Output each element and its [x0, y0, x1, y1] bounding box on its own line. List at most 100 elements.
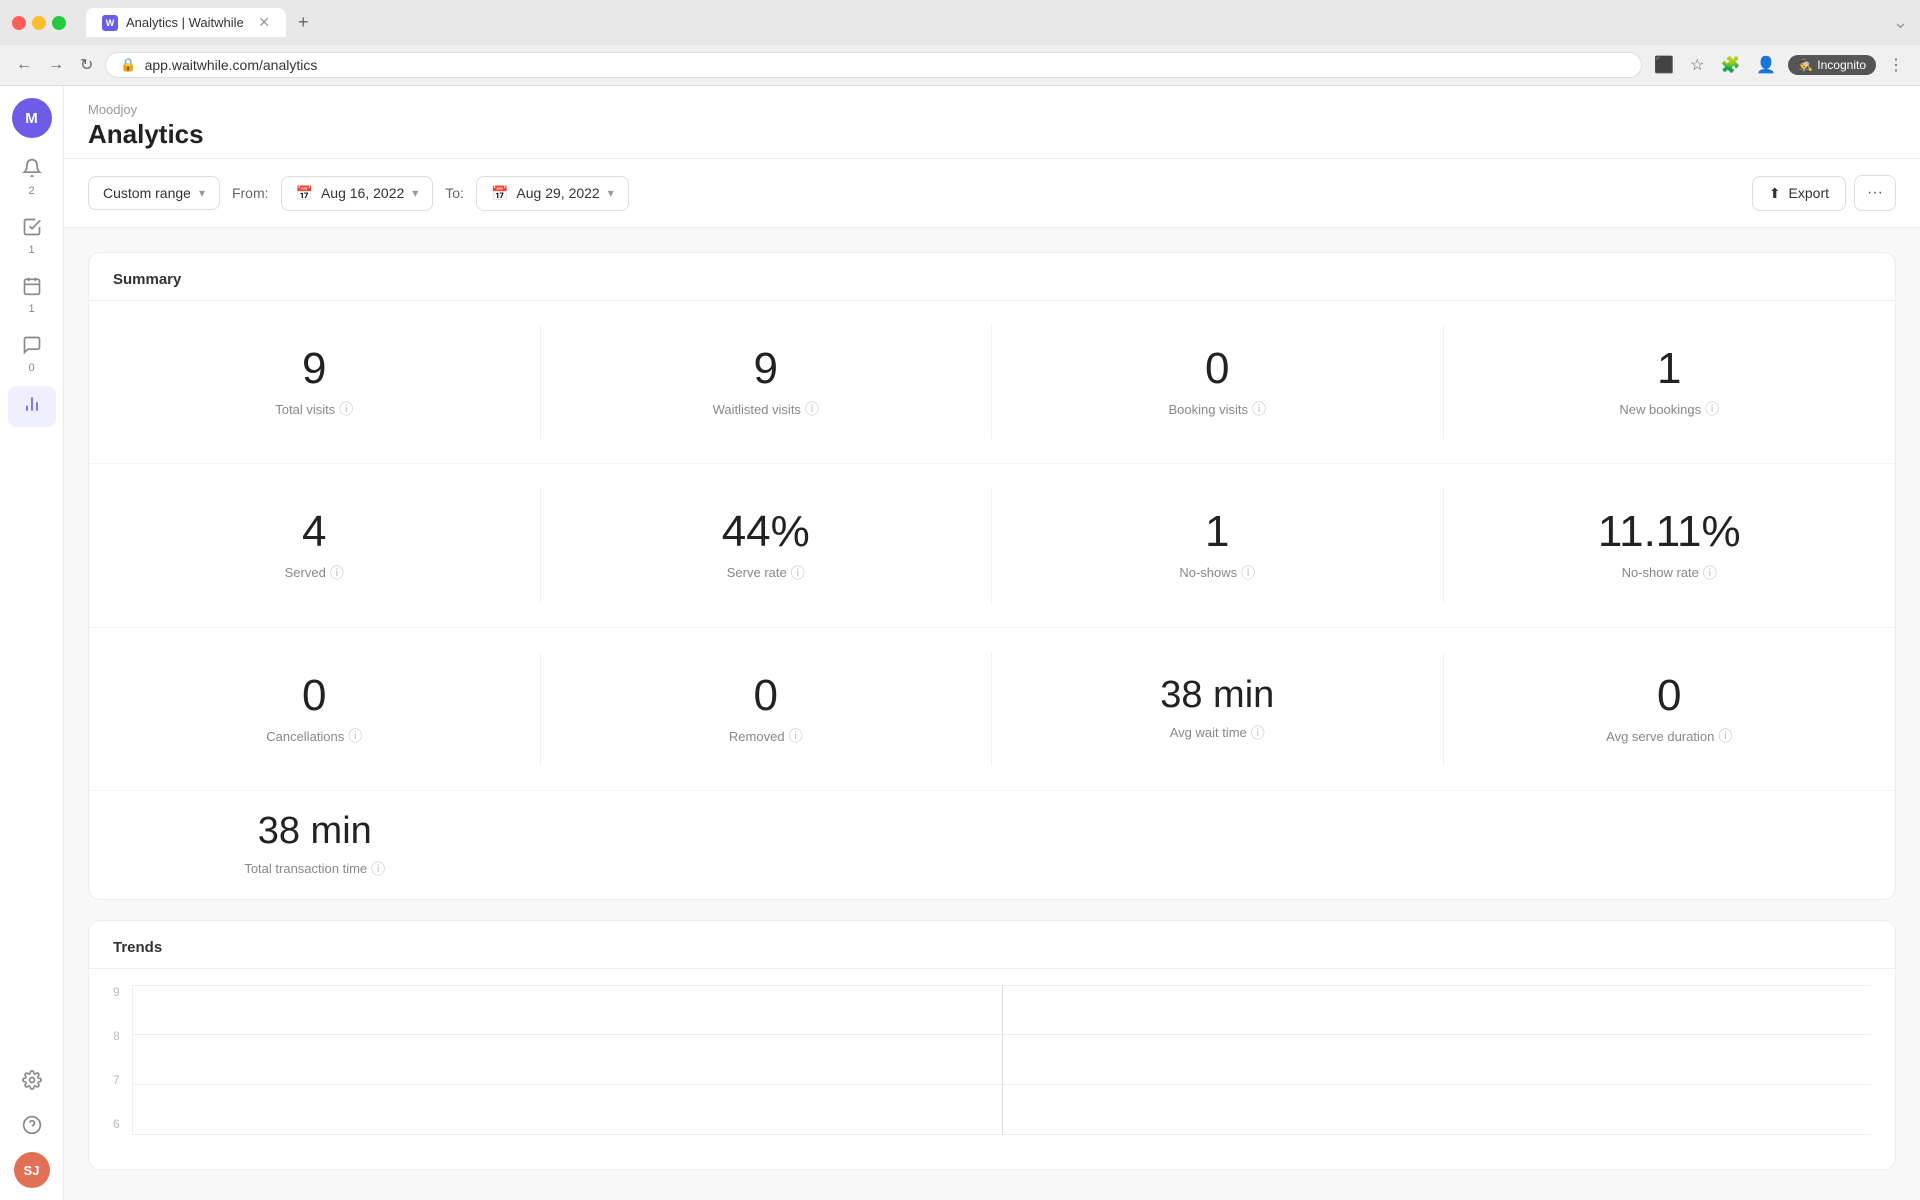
- no-show-rate-label: No-show rate ⓘ: [1622, 563, 1717, 583]
- extensions-icon[interactable]: 🧩: [1717, 51, 1745, 79]
- org-avatar[interactable]: M: [12, 98, 52, 138]
- cast-icon[interactable]: ⬛: [1650, 51, 1678, 79]
- page-header: Moodjoy Analytics: [64, 86, 1920, 159]
- browser-chrome: W Analytics | Waitwhile ✕ + ⌄ ← → ↻ 🔒 ap…: [0, 0, 1920, 86]
- tasks-icon: [22, 217, 42, 242]
- window-controls: [12, 16, 66, 30]
- sidebar-item-analytics[interactable]: [8, 386, 56, 427]
- messages-badge: 0: [28, 362, 34, 374]
- user-avatar[interactable]: SJ: [14, 1152, 50, 1188]
- lock-icon: 🔒: [120, 57, 136, 73]
- summary-card: Summary 9 Total visits ⓘ 9 Waitlisted vi…: [88, 252, 1896, 900]
- more-options-button[interactable]: ⋮: [1884, 51, 1908, 79]
- summary-cell-new-bookings: 1 New bookings ⓘ: [1444, 325, 1896, 439]
- served-label: Served ⓘ: [285, 563, 344, 583]
- chart-y-label-6: 6: [113, 1117, 120, 1131]
- to-date-picker[interactable]: 📅 Aug 29, 2022 ▾: [476, 176, 629, 211]
- to-label: To:: [445, 185, 464, 201]
- content-area: Summary 9 Total visits ⓘ 9 Waitlisted vi…: [64, 228, 1920, 1200]
- sidebar-item-help[interactable]: [8, 1107, 56, 1148]
- summary-row-1: 9 Total visits ⓘ 9 Waitlisted visits ⓘ 0: [89, 301, 1895, 463]
- calendar-badge: 1: [28, 303, 34, 315]
- summary-cell-total-visits: 9 Total visits ⓘ: [89, 325, 541, 439]
- url-text: app.waitwhile.com/analytics: [145, 57, 318, 73]
- avg-serve-duration-value: 0: [1657, 672, 1681, 720]
- cancellations-label: Cancellations ⓘ: [266, 726, 362, 746]
- browser-actions: ⬛ ☆ 🧩 👤 🕵 Incognito ⋮: [1650, 51, 1908, 79]
- calendar-icon: [22, 276, 42, 301]
- help-icon: [22, 1115, 42, 1140]
- waitlisted-visits-info-icon[interactable]: ⓘ: [805, 399, 819, 419]
- no-show-rate-info-icon[interactable]: ⓘ: [1703, 563, 1717, 583]
- served-info-icon[interactable]: ⓘ: [330, 563, 344, 583]
- sidebar-item-notifications[interactable]: 2: [8, 150, 56, 205]
- more-actions-button[interactable]: ···: [1854, 175, 1896, 211]
- maximize-window-button[interactable]: [52, 16, 66, 30]
- notifications-badge: 2: [28, 185, 34, 197]
- removed-info-icon[interactable]: ⓘ: [789, 726, 803, 746]
- breadcrumb: Moodjoy: [88, 102, 1896, 117]
- booking-visits-info-icon[interactable]: ⓘ: [1252, 399, 1266, 419]
- profile-icon[interactable]: 👤: [1752, 51, 1780, 79]
- back-button[interactable]: ←: [12, 52, 36, 78]
- bookmark-icon[interactable]: ☆: [1686, 51, 1708, 79]
- tab-title: Analytics | Waitwhile: [126, 15, 244, 30]
- tasks-badge: 1: [28, 244, 34, 256]
- new-tab-button[interactable]: +: [298, 12, 309, 33]
- tab-list-button[interactable]: ⌄: [1893, 12, 1908, 33]
- booking-visits-value: 0: [1205, 345, 1229, 393]
- minimize-window-button[interactable]: [32, 16, 46, 30]
- avg-wait-time-value: 38 min: [1160, 675, 1274, 717]
- toolbar: Custom range ▾ From: 📅 Aug 16, 2022 ▾ To…: [64, 159, 1920, 228]
- serve-rate-info-icon[interactable]: ⓘ: [791, 563, 805, 583]
- close-window-button[interactable]: [12, 16, 26, 30]
- reload-button[interactable]: ↻: [76, 51, 97, 79]
- sidebar-item-tasks[interactable]: 1: [8, 209, 56, 264]
- no-shows-label: No-shows ⓘ: [1179, 563, 1255, 583]
- export-label: Export: [1789, 185, 1829, 201]
- summary-cell-no-shows: 1 No-shows ⓘ: [992, 488, 1444, 602]
- removed-value: 0: [754, 672, 778, 720]
- sidebar-item-messages[interactable]: 0: [8, 327, 56, 382]
- toolbar-right: ⬆ Export ···: [1752, 175, 1896, 211]
- new-bookings-info-icon[interactable]: ⓘ: [1705, 399, 1719, 419]
- trends-card: Trends 9 8 7 6: [88, 920, 1896, 1170]
- cancellations-info-icon[interactable]: ⓘ: [348, 726, 362, 746]
- browser-titlebar: W Analytics | Waitwhile ✕ + ⌄: [0, 0, 1920, 45]
- custom-range-select[interactable]: Custom range ▾: [88, 176, 220, 210]
- summary-cell-waitlisted-visits: 9 Waitlisted visits ⓘ: [541, 325, 993, 439]
- export-button[interactable]: ⬆ Export: [1752, 176, 1846, 211]
- new-bookings-value: 1: [1657, 345, 1681, 393]
- forward-button[interactable]: →: [44, 52, 68, 78]
- tab-close-button[interactable]: ✕: [258, 14, 270, 31]
- main-content: Moodjoy Analytics Custom range ▾ From: 📅…: [64, 86, 1920, 1200]
- removed-label: Removed ⓘ: [729, 726, 803, 746]
- sidebar-bottom: SJ: [8, 1062, 56, 1188]
- avg-wait-time-info-icon[interactable]: ⓘ: [1251, 723, 1265, 743]
- sidebar-item-settings[interactable]: [8, 1062, 56, 1103]
- total-transaction-time-label: Total transaction time ⓘ: [244, 859, 385, 879]
- summary-title: Summary: [89, 253, 1895, 301]
- total-transaction-time-value: 38 min: [258, 811, 372, 853]
- chart-y-label-7: 7: [113, 1073, 120, 1087]
- incognito-label: Incognito: [1817, 58, 1866, 72]
- total-transaction-time-info-icon[interactable]: ⓘ: [371, 859, 385, 879]
- browser-tab[interactable]: W Analytics | Waitwhile ✕: [86, 8, 286, 37]
- avg-serve-duration-info-icon[interactable]: ⓘ: [1718, 726, 1732, 746]
- page-title: Analytics: [88, 119, 1896, 150]
- no-shows-info-icon[interactable]: ⓘ: [1241, 563, 1255, 583]
- to-date-arrow-icon: ▾: [608, 186, 614, 200]
- sidebar-item-calendar[interactable]: 1: [8, 268, 56, 323]
- total-visits-info-icon[interactable]: ⓘ: [339, 399, 353, 419]
- browser-toolbar: ← → ↻ 🔒 app.waitwhile.com/analytics ⬛ ☆ …: [0, 45, 1920, 86]
- trends-chart: 9 8 7 6: [89, 969, 1895, 1169]
- cancellations-value: 0: [302, 672, 326, 720]
- served-value: 4: [302, 508, 326, 556]
- no-shows-value: 1: [1205, 508, 1229, 556]
- from-date-picker[interactable]: 📅 Aug 16, 2022 ▾: [281, 176, 434, 211]
- summary-row-3: 0 Cancellations ⓘ 0 Removed ⓘ 38 min: [89, 627, 1895, 790]
- settings-icon: [22, 1070, 42, 1095]
- analytics-icon: [22, 394, 42, 419]
- from-date-value: Aug 16, 2022: [321, 185, 404, 201]
- address-bar[interactable]: 🔒 app.waitwhile.com/analytics: [105, 52, 1642, 78]
